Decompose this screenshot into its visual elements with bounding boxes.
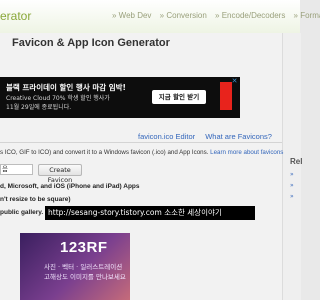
nav-link-conversion[interactable]: » Conversion [160,11,207,20]
divider [0,142,282,143]
ad-cta-button[interactable]: 지금 할인 받기 [152,90,206,104]
option-generate-apps[interactable]: d, Microsoft, and iOS (iPhone and iPad) … [0,183,140,190]
ad-headline: 블랙 프라이데이 할인 행사 마감 임박! [6,83,126,92]
ad2-text-2: 고해상도 이미지를 만나보세요 [44,273,126,281]
description: s ICO, GIF to ICO) and convert it to a W… [0,149,283,156]
sidebar-link-2[interactable]: » [290,182,294,189]
top-navigation: erator » Web Dev » Conversion » Encode/D… [0,0,320,34]
option-no-resize[interactable]: n't resize to be square) [0,196,71,203]
file-input[interactable]: 음 [0,164,33,175]
tab-what-are-favicons[interactable]: What are Favicons? [205,132,272,141]
site-logo[interactable]: erator [0,9,31,23]
sidebar-link-1[interactable]: » [290,171,294,178]
related-heading: Rel [290,157,303,166]
watermark-url: http://sesang-story.tistory.com 소소한 세상이야… [45,206,255,220]
learn-more-link[interactable]: Learn more about favicons [210,149,283,156]
right-sidebar [282,33,301,300]
tool-tabs: favicon.ico Editor What are Favicons? [138,132,280,141]
page-title: Favicon & App Icon Generator [12,37,170,49]
ad-subtext-2: 11월 29일에 종료됩니다. [6,104,72,111]
ad-close-icon[interactable]: ✕ [230,77,239,86]
ad-subtext-1: Creative Cloud 70% 학생 할인 행사가 [6,95,110,102]
bottom-ad-banner[interactable]: 123RF 사진 · 벡터 · 일러스트레이션 고해상도 이미지를 만나보세요 [20,233,130,300]
adobe-logo-icon [220,82,232,110]
description-text: s ICO, GIF to ICO) and convert it to a W… [0,149,209,156]
create-favicon-button[interactable]: Create Favicon [38,164,82,184]
option-public-gallery[interactable]: public gallery. [0,209,43,216]
nav-link-encode-decoders[interactable]: » Encode/Decoders [215,11,285,20]
nav-link-web-dev[interactable]: » Web Dev [112,11,151,20]
nav-links: » Web Dev » Conversion » Encode/Decoders… [112,11,320,20]
tab-favicon-editor[interactable]: favicon.ico Editor [138,132,195,141]
top-ad-banner[interactable]: 블랙 프라이데이 할인 행사 마감 임박! Creative Cloud 70%… [0,77,240,118]
ad-123rf-logo: 123RF [60,239,108,256]
ad2-text-1: 사진 · 벡터 · 일러스트레이션 [44,263,123,271]
sidebar-link-3[interactable]: » [290,193,294,200]
nav-link-formatters[interactable]: » Formatt [294,11,320,20]
